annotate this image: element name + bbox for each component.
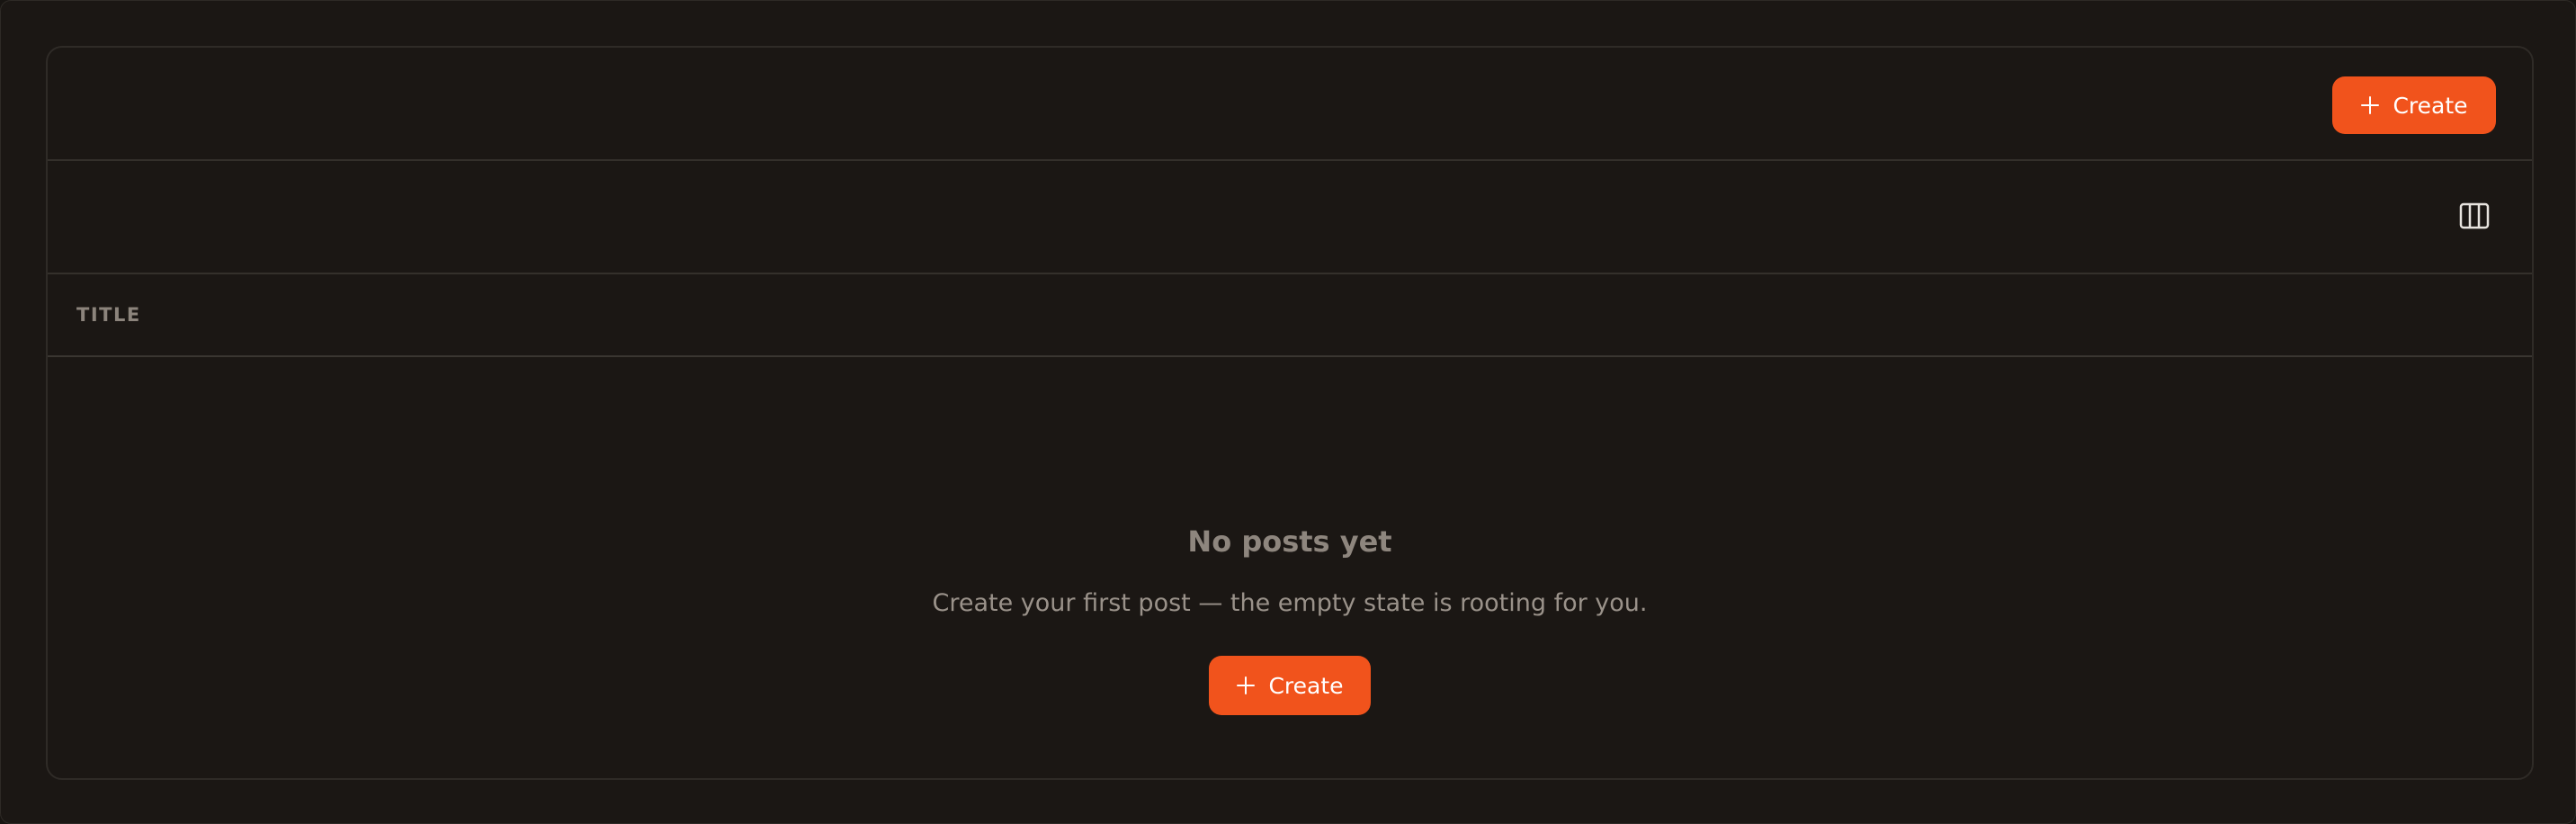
empty-state: No posts yet Create your first post — th…: [48, 357, 2532, 776]
table-controls-bar: [48, 161, 2532, 274]
empty-state-create-label: Create: [1268, 672, 1344, 699]
toolbar: Create: [48, 48, 2532, 161]
columns-toggle-button[interactable]: [2458, 201, 2491, 231]
empty-state-description: Create your first post — the empty state…: [932, 589, 1648, 617]
columns-icon: [2459, 202, 2490, 229]
posts-panel: Create TITLE No posts yet Create your fi…: [46, 46, 2534, 780]
column-header-title[interactable]: TITLE: [76, 274, 141, 355]
empty-state-title: No posts yet: [1187, 524, 1392, 559]
table-header: TITLE: [48, 274, 2532, 357]
create-button-label: Create: [2393, 92, 2468, 119]
plus-icon: [1237, 676, 1256, 694]
app-frame: Create TITLE No posts yet Create your fi…: [0, 0, 2576, 824]
create-button[interactable]: Create: [2332, 76, 2496, 134]
plus-icon: [2361, 96, 2380, 114]
empty-state-create-button[interactable]: Create: [1209, 656, 1371, 715]
